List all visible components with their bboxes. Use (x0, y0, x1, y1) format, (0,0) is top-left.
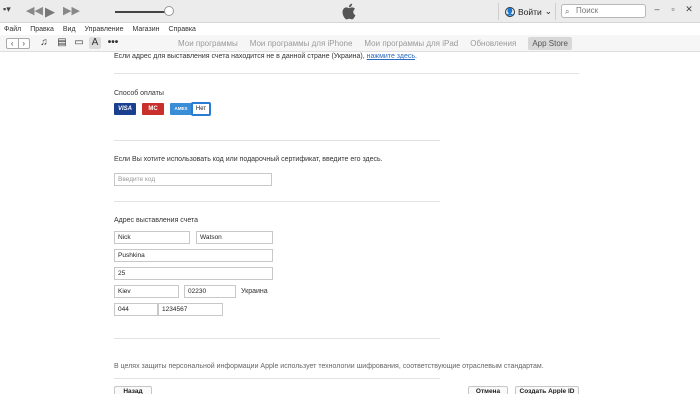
account-button[interactable]: 👤 Войти ⌄ (505, 5, 552, 18)
back-icon[interactable]: ‹ (7, 39, 18, 48)
house-field[interactable]: 25 (114, 267, 273, 280)
menu-store[interactable]: Магазин (132, 24, 159, 35)
last-name-field[interactable]: Watson (196, 231, 273, 244)
tab-my-apps[interactable]: Мои программы (178, 37, 238, 50)
search-input[interactable]: ⌕ Поиск (561, 4, 646, 18)
country-label: Украина (241, 288, 268, 295)
menu-view[interactable]: Вид (63, 24, 76, 35)
divider (555, 3, 556, 20)
divider (498, 3, 499, 20)
app-store-icon[interactable]: A (89, 37, 101, 49)
tv-icon[interactable]: ▭ (73, 37, 85, 49)
postcode-field[interactable]: 02230 (184, 285, 236, 298)
city-field[interactable]: Kiev (114, 285, 179, 298)
fast-forward-icon[interactable]: ▶▶ (63, 5, 80, 18)
account-label: Войти (518, 6, 542, 17)
app-menu-icon[interactable]: ▪▾ (3, 4, 17, 16)
search-placeholder: Поиск (576, 6, 599, 15)
tab-app-store[interactable]: App Store (528, 37, 572, 50)
minimize-icon[interactable]: – (651, 3, 663, 15)
privacy-note: В целях защиты персональной информации A… (114, 363, 544, 370)
menu-file[interactable]: Файл (4, 24, 21, 35)
phone-code-field[interactable]: 044 (114, 303, 158, 316)
store-tabs: Мои программы Мои программы для iPhone М… (178, 37, 572, 50)
volume-slider[interactable] (115, 11, 170, 13)
toolbar: ‹ › ♫ ▤ ▭ A ••• Мои программы Мои програ… (0, 35, 700, 52)
search-icon: ⌕ (565, 7, 570, 16)
divider (114, 201, 440, 202)
close-icon[interactable]: ✕ (683, 3, 695, 15)
apple-id-form: Если адрес для выставления счета находит… (0, 52, 700, 394)
menu-controls[interactable]: Управление (85, 24, 124, 35)
tab-updates[interactable]: Обновления (470, 37, 516, 50)
more-icon[interactable]: ••• (107, 37, 119, 49)
change-country-link[interactable]: нажмите здесь (367, 53, 415, 60)
street-field[interactable]: Pushkina (114, 249, 273, 262)
menu-help[interactable]: Справка (168, 24, 195, 35)
music-icon[interactable]: ♫ (38, 37, 50, 49)
divider (114, 338, 440, 339)
title-bar: ▪▾ ◀◀ ▶ ▶▶ 👤 Войти ⌄ ⌕ Поиск – ▫ ✕ (0, 0, 700, 23)
amex-option[interactable]: AMEX (170, 103, 192, 115)
rewind-icon[interactable]: ◀◀ (26, 5, 43, 18)
divider (114, 73, 579, 74)
apple-logo-icon (342, 3, 356, 20)
divider (114, 140, 440, 141)
create-apple-id-button[interactable]: Создать Apple ID (515, 386, 579, 394)
back-button[interactable]: Назад (114, 386, 152, 394)
user-icon: 👤 (505, 6, 515, 17)
volume-knob[interactable] (164, 6, 174, 16)
tab-iphone-apps[interactable]: Мои программы для iPhone (250, 37, 353, 50)
cancel-button[interactable]: Отмена (468, 386, 508, 394)
menu-edit[interactable]: Правка (30, 24, 54, 35)
film-icon[interactable]: ▤ (56, 37, 68, 49)
first-name-field[interactable]: Nick (114, 231, 190, 244)
address-note: Если адрес для выставления счета находит… (114, 53, 417, 60)
mastercard-option[interactable]: MC (142, 103, 164, 115)
visa-card-option[interactable]: VISA (114, 103, 136, 115)
gift-code-input[interactable]: Введите код (114, 173, 272, 186)
forward-icon[interactable]: › (17, 39, 30, 48)
menu-bar: Файл Правка Вид Управление Магазин Справ… (0, 24, 700, 35)
maximize-icon[interactable]: ▫ (667, 3, 679, 15)
billing-title: Адрес выставления счета (114, 217, 199, 224)
payment-none-option[interactable]: Нет (191, 102, 211, 116)
chevron-down-icon: ⌄ (544, 6, 552, 16)
gift-code-prompt: Если Вы хотите использовать код или пода… (114, 156, 383, 163)
play-icon[interactable]: ▶ (45, 5, 55, 18)
back-forward-buttons: ‹ › (6, 38, 30, 49)
phone-number-field[interactable]: 1234567 (158, 303, 223, 316)
divider (114, 378, 440, 379)
payment-title: Способ оплаты (114, 90, 164, 97)
tab-ipad-apps[interactable]: Мои программы для iPad (364, 37, 458, 50)
